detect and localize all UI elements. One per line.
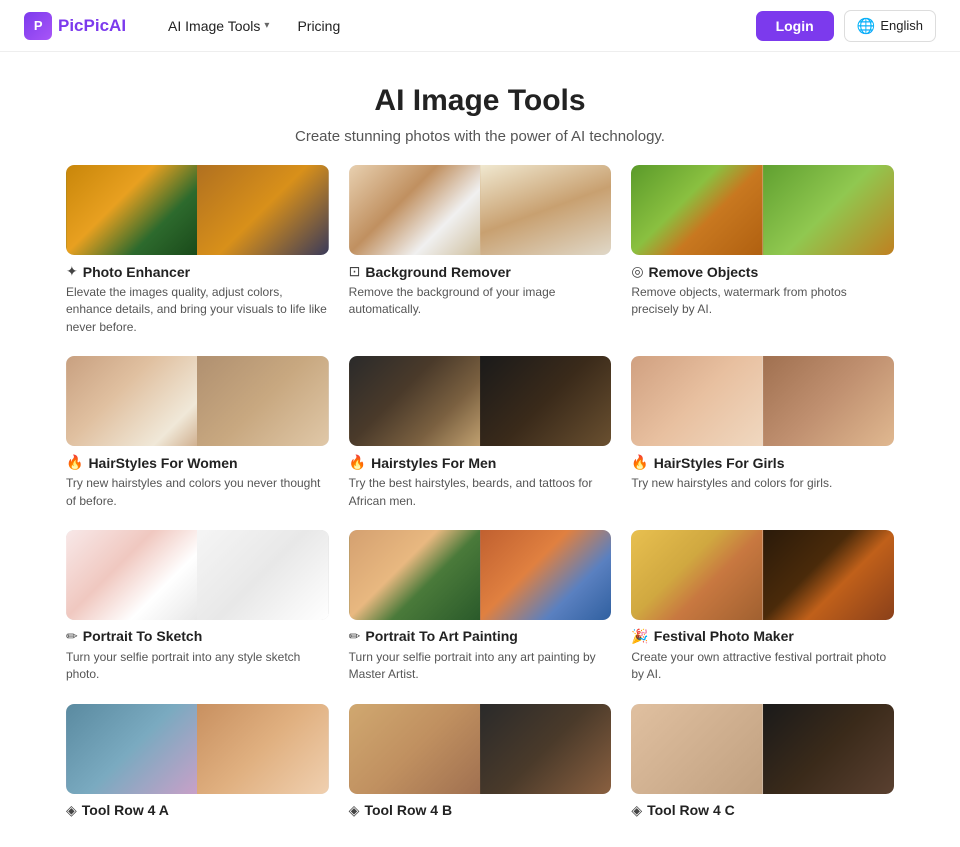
tool-desc: Turn your selfie portrait into any style… xyxy=(66,649,329,684)
tool-title: Background Remover xyxy=(365,264,510,280)
nav-links: AI Image Tools ▾ Pricing xyxy=(158,12,756,40)
tool-icon: 🔥 xyxy=(66,454,83,471)
tool-card[interactable]: ◈ Tool Row 4 C xyxy=(631,704,894,823)
tool-card[interactable]: 🔥 Hairstyles For Men Try the best hairstyl… xyxy=(349,356,612,510)
tool-desc: Remove objects, watermark from photos pr… xyxy=(631,284,894,319)
tool-card[interactable]: ⊡Background Remover Remove the background… xyxy=(349,165,612,336)
tool-card[interactable]: 🔥 HairStyles For Women Try new hairstyles … xyxy=(66,356,329,510)
tool-card[interactable]: ✏Portrait To Art Painting Turn your selfi… xyxy=(349,530,612,684)
tool-title: Portrait To Art Painting xyxy=(365,628,517,644)
tool-desc: Remove the background of your image auto… xyxy=(349,284,612,319)
logo-text: PicPicAI xyxy=(58,16,126,36)
tool-title: HairStyles For Women xyxy=(88,455,237,471)
tool-desc: Try new hairstyles and colors you never … xyxy=(66,475,329,510)
page-title: AI Image Tools xyxy=(16,84,944,118)
tool-card[interactable]: 🎉 Festival Photo Maker Create your own att… xyxy=(631,530,894,684)
tool-title: Hairstyles For Men xyxy=(371,455,496,471)
navbar: P PicPicAI AI Image Tools ▾ Pricing Logi… xyxy=(0,0,960,52)
tool-icon: ✦ xyxy=(66,263,78,280)
tool-icon: ✏ xyxy=(66,628,78,645)
tool-icon: ◈ xyxy=(349,802,360,819)
globe-icon: 🌐 xyxy=(857,17,876,35)
tools-grid: ✦ Photo Enhancer Elevate the images qualit… xyxy=(50,165,910,847)
nav-item-tools[interactable]: AI Image Tools ▾ xyxy=(158,12,279,40)
tool-title: Photo Enhancer xyxy=(83,264,190,280)
tool-desc: Create your own attractive festival port… xyxy=(631,649,894,684)
nav-actions: Login 🌐 English xyxy=(756,10,936,42)
tool-desc: Try the best hairstyles, beards, and tat… xyxy=(349,475,612,510)
tool-card[interactable]: ◎ Remove Objects Remove objects, watermark… xyxy=(631,165,894,336)
tool-icon: ⊡ xyxy=(349,263,361,280)
tool-icon: 🔥 xyxy=(631,454,648,471)
tool-icon: ◎ xyxy=(631,263,643,280)
tool-title: Portrait To Sketch xyxy=(83,628,203,644)
tool-title: Remove Objects xyxy=(649,264,759,280)
tool-desc: Elevate the images quality, adjust color… xyxy=(66,284,329,336)
tool-title: Festival Photo Maker xyxy=(654,628,794,644)
nav-item-pricing[interactable]: Pricing xyxy=(287,12,350,40)
tool-icon: ◈ xyxy=(631,802,642,819)
logo[interactable]: P PicPicAI xyxy=(24,12,126,40)
tool-card[interactable]: ✦ Photo Enhancer Elevate the images qualit… xyxy=(66,165,329,336)
tool-card[interactable]: ✏ Portrait To Sketch Turn your selfie port… xyxy=(66,530,329,684)
chevron-down-icon: ▾ xyxy=(264,20,269,31)
tool-icon: ◈ xyxy=(66,802,77,819)
hero-section: AI Image Tools Create stunning photos wi… xyxy=(0,52,960,165)
tool-title: Tool Row 4 C xyxy=(647,802,735,818)
tool-title: HairStyles For Girls xyxy=(654,455,785,471)
tool-card[interactable]: 🔥 HairStyles For Girls Try new hairstyles … xyxy=(631,356,894,510)
tool-desc: Turn your selfie portrait into any art p… xyxy=(349,649,612,684)
login-button[interactable]: Login xyxy=(756,11,834,41)
tool-card[interactable]: ◈Tool Row 4 B xyxy=(349,704,612,823)
tool-title: Tool Row 4 B xyxy=(364,802,452,818)
language-selector[interactable]: 🌐 English xyxy=(844,10,936,42)
tool-icon: 🔥 xyxy=(349,454,366,471)
tool-title: Tool Row 4 A xyxy=(82,802,169,818)
tool-icon: 🎉 xyxy=(631,628,648,645)
tool-icon: ✏ xyxy=(349,628,361,645)
hero-subtitle: Create stunning photos with the power of… xyxy=(16,128,944,145)
logo-icon: P xyxy=(24,12,52,40)
tool-card[interactable]: ◈ Tool Row 4 A xyxy=(66,704,329,823)
tool-desc: Try new hairstyles and colors for girls. xyxy=(631,475,894,492)
